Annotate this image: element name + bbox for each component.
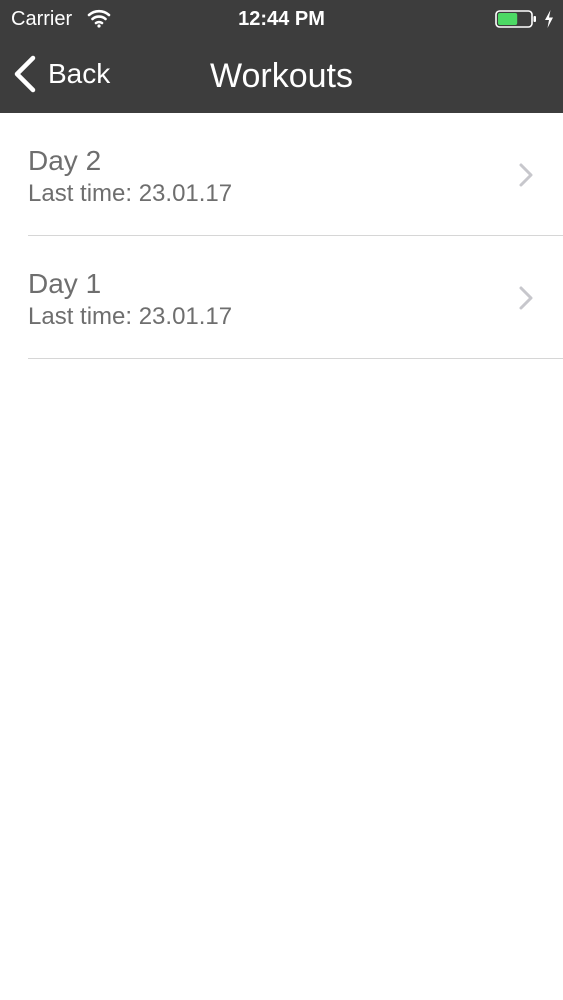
navigation-bar: Back Workouts: [0, 38, 563, 113]
workout-last-time: Last time: 23.01.17: [28, 303, 233, 330]
row-separator: [28, 358, 563, 359]
chevron-right-icon: [519, 286, 533, 310]
workout-title: Day 2: [28, 145, 102, 176]
status-bar: Carrier 12:44 PM: [0, 0, 563, 38]
workout-last-time: Last time: 23.01.17: [28, 180, 233, 207]
status-time: 12:44 PM: [238, 8, 325, 30]
battery-icon: [495, 10, 536, 28]
workout-list-item[interactable]: Day 1 Last time: 23.01.17: [0, 236, 563, 359]
workout-list-item[interactable]: Day 2 Last time: 23.01.17: [0, 113, 563, 236]
chevron-right-icon: [519, 163, 533, 187]
workouts-screen: Carrier 12:44 PM Back Workouts Day 2 Las…: [0, 0, 563, 1000]
page-title: Workouts: [210, 57, 353, 95]
battery-fill: [498, 13, 518, 25]
workout-list: Day 2 Last time: 23.01.17 Day 1 Last tim…: [0, 113, 563, 359]
workout-title: Day 1: [28, 268, 102, 299]
charging-bolt-icon: [545, 10, 553, 28]
header: Carrier 12:44 PM Back Workouts: [0, 0, 563, 113]
